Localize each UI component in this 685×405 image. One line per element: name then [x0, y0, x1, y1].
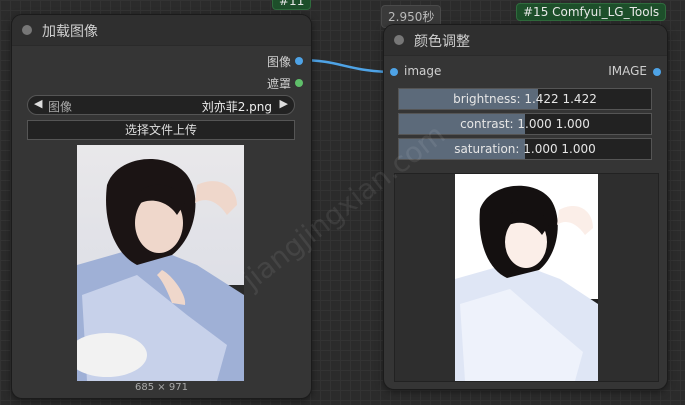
- result-preview: [394, 173, 659, 382]
- combo-right-arrow-icon[interactable]: ▶: [280, 97, 288, 110]
- combo-value: 刘亦菲2.png: [201, 100, 272, 114]
- combo-left-arrow-icon[interactable]: ◀: [34, 97, 42, 110]
- node-id-badge-15: #15 Comfyui_LG_Tools: [516, 3, 667, 21]
- output-label-image: 图像: [266, 55, 291, 69]
- output-socket-mask[interactable]: [295, 79, 303, 87]
- node-id-badge: #11: [272, 0, 312, 10]
- node-title: 颜色调整: [414, 34, 470, 50]
- image-combo[interactable]: ◀ 图像 刘亦菲2.png ▶: [27, 95, 295, 115]
- output-label-image: IMAGE: [608, 64, 647, 78]
- collapse-dot[interactable]: [394, 35, 404, 45]
- portrait-image: [77, 145, 244, 381]
- node-title-bar[interactable]: 颜色调整: [384, 25, 667, 56]
- upload-button[interactable]: 选择文件上传: [27, 120, 295, 140]
- output-socket-image[interactable]: [295, 57, 303, 65]
- node-title: 加载图像: [42, 24, 98, 40]
- output-label-mask: 遮罩: [266, 77, 291, 91]
- image-preview: [77, 145, 244, 381]
- input-label-image: image: [404, 64, 442, 78]
- collapse-dot[interactable]: [22, 25, 32, 35]
- slider-label: brightness: 1.422 1.422: [453, 92, 597, 106]
- brightness-slider[interactable]: brightness: 1.422 1.422: [398, 88, 652, 110]
- node-title-bar[interactable]: 加载图像: [12, 15, 311, 46]
- combo-label: 图像: [48, 100, 73, 114]
- output-socket-image[interactable]: [653, 68, 661, 76]
- color-adjust-node[interactable]: 颜色调整 image IMAGE brightness: 1.422 1.422…: [384, 25, 667, 389]
- image-size-label: 685 × 971: [135, 382, 188, 393]
- adjusted-portrait-image: [455, 174, 598, 381]
- input-socket-image[interactable]: [390, 68, 398, 76]
- load-image-node[interactable]: 加载图像 图像 遮罩 ◀ 图像 刘亦菲2.png ▶ 选择文件上传 685 × …: [12, 15, 311, 398]
